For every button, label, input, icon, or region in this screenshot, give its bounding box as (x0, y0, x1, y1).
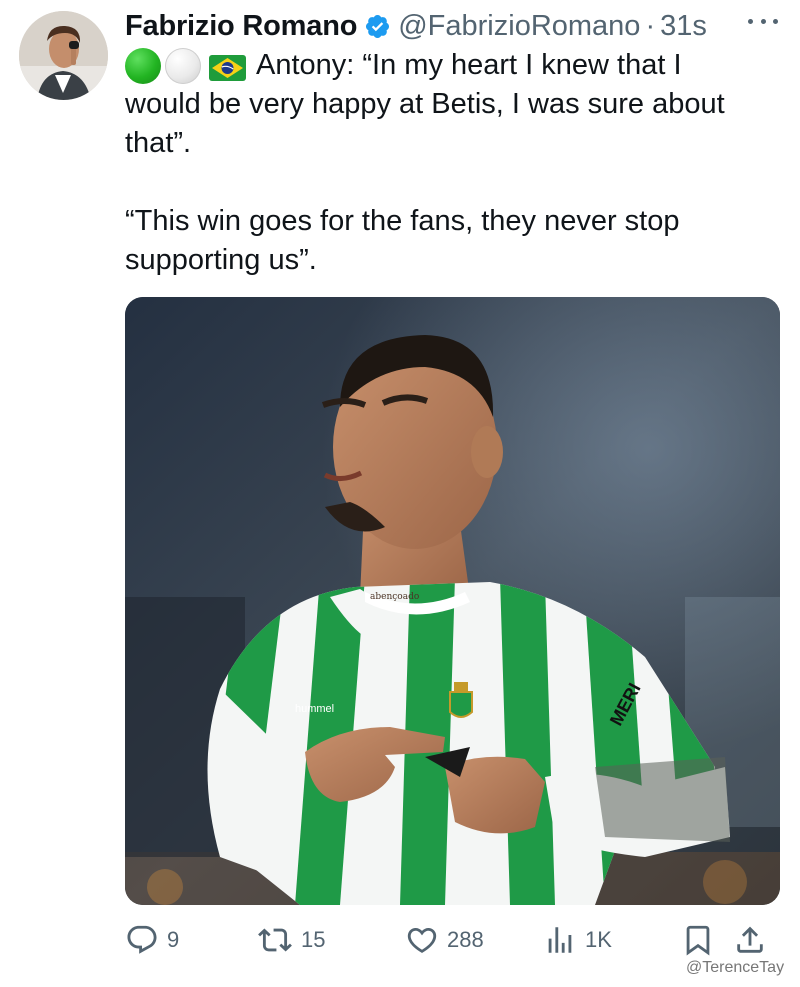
tweet-text-line-3: that”. (125, 127, 192, 159)
verified-badge-icon (364, 13, 391, 40)
author-display-name[interactable]: Fabrizio Romano (125, 10, 357, 43)
watermark-text: @TerenceTay (686, 959, 785, 976)
tweet-timestamp[interactable]: 31s (660, 10, 707, 43)
repost-count: 15 (301, 927, 326, 952)
like-button[interactable]: 288 (405, 918, 484, 962)
reply-button[interactable]: 9 (125, 918, 179, 962)
author-handle[interactable]: @FabrizioRomano (398, 10, 640, 43)
reply-icon (127, 925, 157, 954)
share-button[interactable] (733, 918, 775, 962)
tweet-text-line-5: supporting us”. (125, 244, 317, 276)
share-icon (737, 926, 763, 953)
header-separator: · (645, 9, 656, 42)
like-count: 288 (447, 927, 484, 952)
avatar[interactable] (19, 11, 108, 100)
bookmark-icon (686, 925, 710, 956)
tweet-header: Fabrizio Romano @FabrizioRomano · 31s (125, 6, 707, 46)
green-circle-emoji-icon (125, 47, 161, 84)
tweet-photo[interactable]: hummel MERI abençoado (125, 297, 780, 905)
brazil-flag-emoji-icon (209, 53, 246, 81)
tweet-text: Antony: “In my heart I knew that I would… (125, 46, 775, 280)
tweet-text-line-1: Antony: “In my heart I knew that I (256, 49, 682, 81)
reply-count: 9 (167, 927, 180, 952)
svg-text:abençoado: abençoado (370, 592, 419, 602)
tweet-text-line-2: would be very happy at Betis, I was sure… (125, 88, 725, 120)
views-button[interactable]: 1K (543, 918, 612, 962)
tweet-actions: 9 15 288 1K (125, 918, 790, 962)
bookmark-button[interactable] (681, 918, 723, 962)
views-count: 1K (585, 927, 612, 952)
white-circle-emoji-icon (165, 47, 201, 84)
more-options-icon[interactable] (748, 16, 778, 26)
repost-icon (258, 928, 292, 952)
tweet-text-line-4: “This win goes for the fans, they never … (125, 205, 680, 237)
tweet-card: Fabrizio Romano @FabrizioRomano · 31s An… (0, 0, 800, 987)
views-chart-icon (548, 927, 572, 953)
heart-icon (407, 927, 437, 953)
repost-button[interactable]: 15 (257, 918, 325, 962)
svg-text:hummel: hummel (295, 703, 334, 715)
